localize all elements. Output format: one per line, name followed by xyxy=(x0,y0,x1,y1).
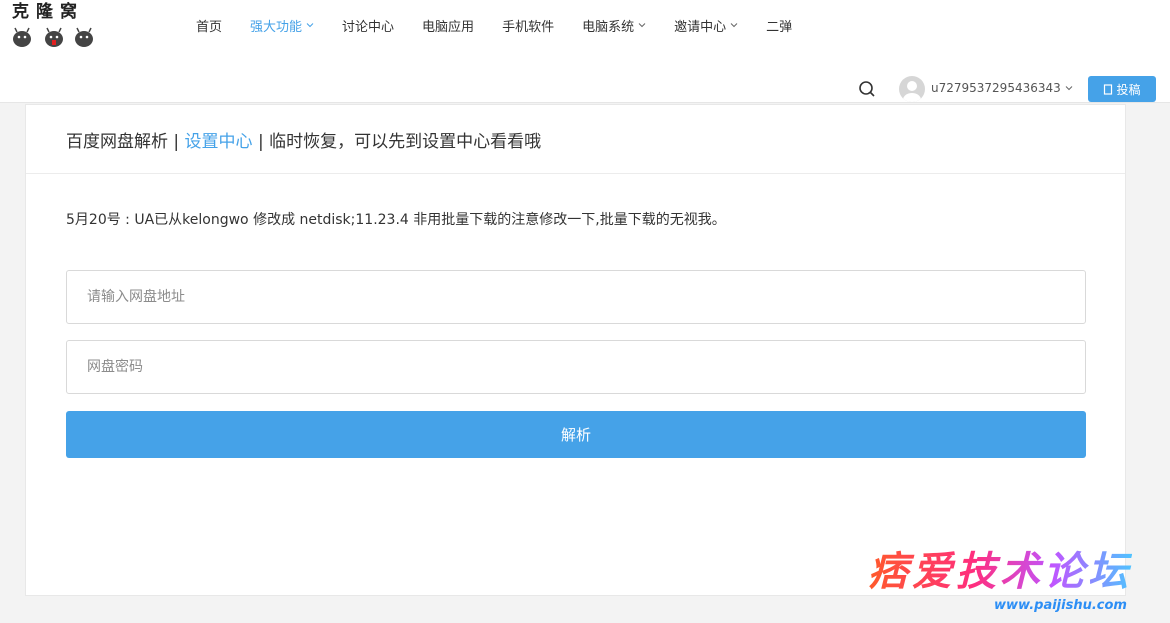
post-button[interactable]: 投稿 xyxy=(1088,76,1156,102)
user-menu[interactable]: u7279537295436343 xyxy=(931,81,1073,95)
title-suffix: | 临时恢复，可以先到设置中心看看哦 xyxy=(252,131,542,152)
user-avatar-icon xyxy=(903,81,921,102)
page-title: 百度网盘解析 | 设置中心 | 临时恢复，可以先到设置中心看看哦 xyxy=(26,105,1125,174)
search-icon[interactable] xyxy=(858,80,876,98)
site-header: 克隆窝 首页 强大功能 讨论中心 电脑应用 手机软件 电脑系统 邀请中心 二弹 … xyxy=(0,0,1170,103)
chevron-down-icon xyxy=(638,23,646,28)
document-icon xyxy=(1104,83,1113,95)
notice-text: 5月20号 : UA已从kelongwo 修改成 netdisk;11.23.4… xyxy=(66,212,726,228)
nav-item-mobile-software[interactable]: 手机软件 xyxy=(502,16,554,35)
site-watermark: 痞爱技术论坛 www.paijishu.com xyxy=(868,548,1164,618)
netdisk-password-input[interactable] xyxy=(66,340,1086,394)
username-label: u7279537295436343 xyxy=(931,81,1061,95)
watermark-title: 痞爱技术论坛 xyxy=(868,548,1132,595)
nav-item-discussion[interactable]: 讨论中心 xyxy=(342,16,394,35)
avatar[interactable] xyxy=(899,76,925,102)
logo-mascot-icon xyxy=(13,27,93,47)
parser-card: 百度网盘解析 | 设置中心 | 临时恢复，可以先到设置中心看看哦 5月20号 :… xyxy=(25,104,1126,596)
watermark-url: www.paijishu.com xyxy=(994,598,1127,613)
nav-item-second[interactable]: 二弹 xyxy=(766,16,792,35)
parse-button[interactable]: 解析 xyxy=(66,411,1086,458)
site-logo[interactable]: 克隆窝 xyxy=(12,2,96,50)
nav-item-features[interactable]: 强大功能 xyxy=(250,16,314,35)
title-prefix: 百度网盘解析 | xyxy=(66,131,185,152)
nav-item-pc-apps[interactable]: 电脑应用 xyxy=(422,16,474,35)
logo-text: 克隆窝 xyxy=(12,2,84,22)
chevron-down-icon xyxy=(1065,86,1073,91)
main-nav: 首页 强大功能 讨论中心 电脑应用 手机软件 电脑系统 邀请中心 二弹 xyxy=(196,14,820,36)
settings-center-link[interactable]: 设置中心 xyxy=(185,127,253,152)
nav-item-home[interactable]: 首页 xyxy=(196,16,222,35)
chevron-down-icon xyxy=(730,23,738,28)
nav-item-invite[interactable]: 邀请中心 xyxy=(674,16,738,35)
netdisk-url-input[interactable] xyxy=(66,270,1086,324)
chevron-down-icon xyxy=(306,23,314,28)
nav-item-pc-system[interactable]: 电脑系统 xyxy=(582,16,646,35)
